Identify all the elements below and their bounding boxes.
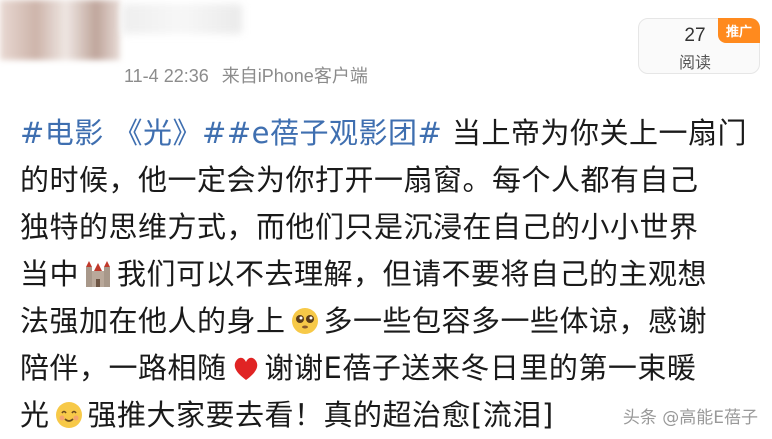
post-text: 强推大家要去看！真的超治愈[流泪] [87,398,554,432]
post-line: #电影 《光》##e蓓子观影团# 当上帝为你关上一扇门 [20,110,764,157]
avatar[interactable] [0,0,120,60]
post-text: 光 [20,398,50,432]
post-text: 当中 [20,257,80,291]
post-text: 多一些包容多一些体谅，感谢 [323,304,708,338]
post-text: 的时候，他一定会为你打开一扇窗。每个人都有自己 [20,163,699,197]
post-line: 陪伴，一路相随 谢谢E蓓子送来冬日里的第一束暖 [20,345,764,392]
pleading-face-icon [291,308,318,334]
post-text: 谢谢E蓓子送来冬日里的第一束暖 [264,351,697,385]
read-count-box: 27 阅读 推广 [638,18,760,74]
post-meta: 11-4 22:36 来自iPhone客户端 [124,62,368,88]
topic-tag-movie[interactable]: #电影 《光》# [20,116,227,150]
smiling-face-icon [55,402,82,428]
post-line: 的时候，他一定会为你打开一扇窗。每个人都有自己 [20,157,764,204]
heart-icon [234,357,257,380]
post-time: 11-4 22:36 [124,66,209,86]
watermark: 头条 @高能E蓓子 [622,408,758,428]
post-text: 法强加在他人的身上 [20,304,286,338]
post-body: #电影 《光》##e蓓子观影团# 当上帝为你关上一扇门 的时候，他一定会为你打开… [20,110,764,439]
username[interactable] [122,4,242,34]
post-line: 法强加在他人的身上 多一些包容多一些体谅，感谢 [20,298,764,345]
post-text: 独特的思维方式，而他们只是沉浸在自己的小小世界 [20,210,699,244]
post-text: 当上帝为你关上一扇门 [442,116,747,150]
post-text: 我们可以不去理解，但请不要将自己的主观想 [117,257,708,291]
read-label: 阅读 [678,53,711,72]
topic-tag-group[interactable]: #e蓓子观影团# [227,116,442,150]
post-line: 当中 我们可以不去理解，但请不要将自己的主观想 [20,251,764,298]
castle-icon [86,261,111,287]
post-text: 陪伴，一路相随 [20,351,227,385]
post-client: 来自iPhone客户端 [221,66,368,86]
post-line: 独特的思维方式，而他们只是沉浸在自己的小小世界 [20,204,764,251]
promote-badge[interactable]: 推广 [717,18,760,43]
